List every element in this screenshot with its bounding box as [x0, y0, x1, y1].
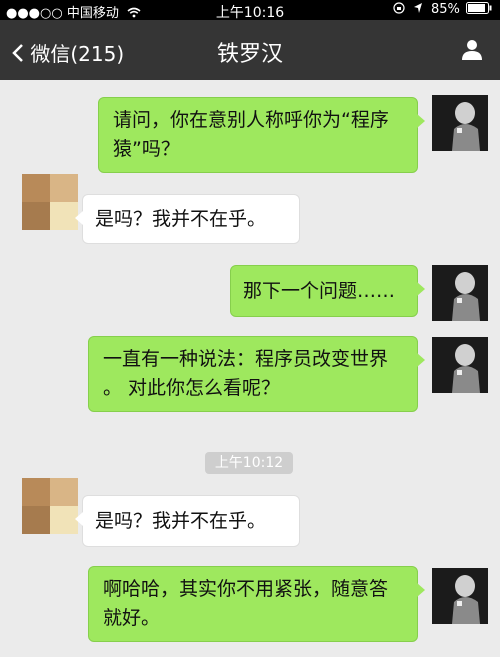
battery-percent: 85% [430, 2, 460, 17]
avatar-contact[interactable] [22, 174, 78, 230]
nav-bar: 微信(215) 铁罗汉 [0, 20, 500, 80]
avatar-self[interactable] [432, 265, 488, 321]
avatar-contact[interactable] [22, 478, 78, 534]
lock-rotation-icon [393, 2, 405, 14]
avatar-self[interactable] [432, 95, 488, 151]
message-bubble-incoming[interactable]: 是吗？我并不在乎。 [75, 194, 300, 244]
status-right: 85% [393, 2, 492, 17]
status-bar: ●●●○○ 中国移动 上午10:16 85% [0, 0, 500, 21]
message-bubble-outgoing[interactable]: 那下一个问题…… [230, 265, 425, 317]
message-bubble-incoming[interactable]: 是吗？我并不在乎。 [75, 495, 300, 547]
timestamp-divider: 上午10:12 [205, 452, 293, 474]
chat-title: 铁罗汉 [216, 42, 283, 67]
message-bubble-outgoing[interactable]: 一直有一种说法：程序员改变世界 。 对此你怎么看呢？ [88, 336, 425, 412]
message-text: 是吗？我并不在乎。 [95, 208, 267, 230]
avatar-self[interactable] [432, 568, 488, 624]
message-text: 请问，你在意别人称呼你为“程序猿”吗？ [113, 109, 389, 160]
battery-icon [466, 2, 492, 14]
message-text: 一直有一种说法：程序员改变世界 。 对此你怎么看呢？ [103, 348, 389, 399]
avatar-self[interactable] [432, 337, 488, 393]
message-text: 啊哈哈，其实你不用紧张，随意答就好。 [103, 578, 389, 629]
message-text: 是吗？我并不在乎。 [95, 510, 267, 532]
message-bubble-outgoing[interactable]: 请问，你在意别人称呼你为“程序猿”吗？ [98, 97, 425, 173]
location-icon [413, 3, 422, 13]
message-text: 那下一个问题…… [243, 280, 396, 302]
message-bubble-outgoing[interactable]: 啊哈哈，其实你不用紧张，随意答就好。 [88, 566, 425, 642]
contact-info-icon[interactable] [460, 37, 484, 61]
